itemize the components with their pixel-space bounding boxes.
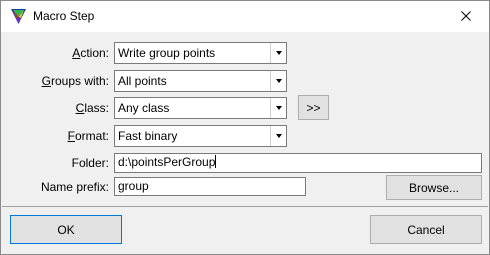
folder-label: Folder:: [71, 156, 109, 170]
name-prefix-label: Name prefix:: [40, 180, 109, 194]
app-icon: [10, 8, 27, 25]
folder-input[interactable]: d:\pointsPerGroup: [114, 153, 482, 173]
format-select-value: Fast binary: [118, 129, 178, 143]
close-button[interactable]: [443, 1, 489, 32]
folder-input-value: d:\pointsPerGroup: [118, 155, 217, 169]
class-more-button-label: >>: [306, 100, 321, 115]
action-dropdown-arrow[interactable]: [270, 43, 286, 63]
name-prefix-input[interactable]: group: [114, 177, 306, 196]
action-label: Action:: [72, 46, 109, 60]
chevron-down-icon: [275, 134, 282, 138]
format-dropdown-arrow[interactable]: [270, 126, 286, 146]
groups-with-select-value: All points: [118, 74, 167, 88]
footer-divider: [2, 206, 488, 207]
cancel-button[interactable]: Cancel: [370, 215, 482, 244]
cancel-button-label: Cancel: [407, 222, 445, 237]
browse-button-label: Browse...: [408, 180, 459, 195]
class-label: Class:: [75, 101, 109, 115]
action-select-value: Write group points: [118, 46, 216, 60]
text-caret: [215, 155, 217, 168]
browse-button[interactable]: Browse...: [386, 175, 482, 200]
chevron-down-icon: [275, 106, 282, 110]
chevron-down-icon: [275, 79, 282, 83]
macro-step-dialog: Macro Step Action: Write group points Gr…: [0, 0, 490, 255]
groups-with-select[interactable]: All points: [114, 70, 287, 92]
ok-button[interactable]: OK: [10, 215, 122, 244]
class-dropdown-arrow[interactable]: [270, 98, 286, 118]
format-select[interactable]: Fast binary: [114, 125, 287, 147]
action-select[interactable]: Write group points: [114, 42, 287, 64]
title-bar: Macro Step: [1, 1, 489, 32]
window-title: Macro Step: [33, 9, 95, 23]
class-select[interactable]: Any class: [114, 97, 287, 119]
class-select-value: Any class: [118, 101, 170, 115]
groups-with-label: Groups with:: [41, 74, 109, 88]
ok-button-label: OK: [57, 222, 75, 237]
chevron-down-icon: [275, 51, 282, 55]
name-prefix-input-value: group: [118, 179, 149, 193]
format-label: Format:: [67, 129, 109, 143]
groups-with-dropdown-arrow[interactable]: [270, 71, 286, 91]
class-more-button[interactable]: >>: [298, 95, 329, 120]
close-icon: [461, 10, 471, 24]
